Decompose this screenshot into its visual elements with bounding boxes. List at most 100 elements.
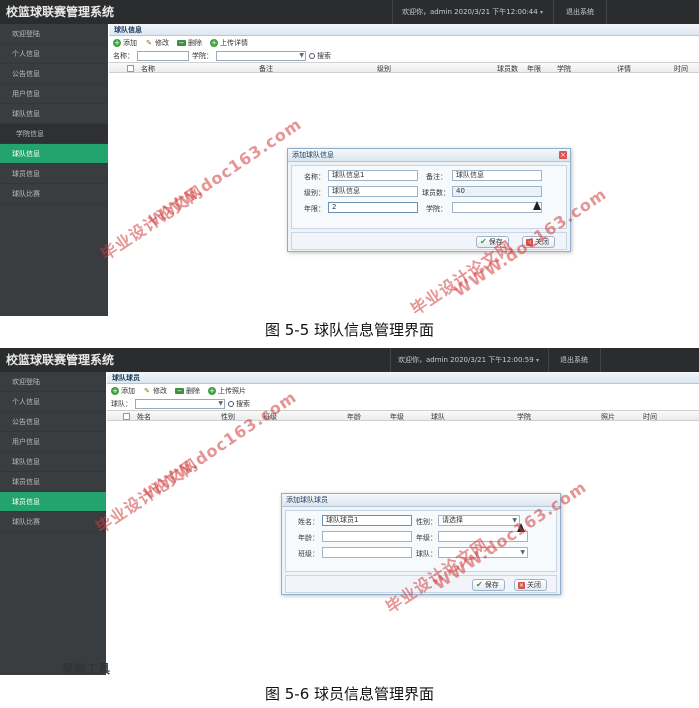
college-select[interactable]: ▼	[452, 202, 542, 213]
chevron-down-icon: ▼	[520, 549, 525, 556]
sidebar-item-notices[interactable]: 公告信息	[0, 412, 106, 432]
sidebar-item-team-info[interactable]: 球队信息	[0, 144, 108, 164]
mouse-cursor-icon	[533, 201, 541, 210]
sidebar-item-profile[interactable]: 个人信息	[0, 44, 108, 64]
close-icon[interactable]: ×	[559, 151, 567, 159]
name-filter-label: 名称：	[113, 51, 134, 60]
sidebar-item-welcome[interactable]: 欢迎登陆	[0, 372, 106, 392]
top-bar: 校篮球联赛管理系统 欢迎你，admin 2020/3/21 下午12:00:44…	[0, 0, 699, 24]
add-button[interactable]: + 添加	[113, 38, 137, 48]
close-button[interactable]: × 关闭	[514, 579, 547, 591]
select-all-checkbox[interactable]	[123, 413, 130, 420]
search-button[interactable]: 搜索	[228, 399, 250, 409]
edit-label: 修改	[153, 386, 167, 395]
column-header[interactable]: 姓名	[137, 412, 151, 422]
years-field[interactable]: 2	[328, 202, 418, 213]
sidebar-item-matches[interactable]: 球队比赛	[0, 184, 108, 204]
upload-label: 上传详情	[220, 38, 248, 47]
close-label: 关闭	[527, 581, 541, 589]
search-icon	[228, 400, 234, 407]
chevron-down-icon: ▼	[218, 399, 223, 407]
sidebar-item-matches[interactable]: 球队比赛	[0, 512, 106, 532]
column-header[interactable]: 时间	[674, 64, 688, 74]
logout-button[interactable]: 退出系统	[566, 7, 594, 17]
edit-button[interactable]: ✎ 修改	[143, 386, 167, 396]
sidebar-item-teams[interactable]: 球队信息	[0, 104, 108, 124]
sidebar-item-users[interactable]: 用户信息	[0, 432, 106, 452]
user-menu[interactable]: 欢迎你，admin 2020/3/21 下午12:00:44 ▾	[402, 7, 543, 17]
dialog-title-text: 添加球队球员	[286, 496, 328, 504]
filter-bar: 球队： ▼ 搜索	[107, 397, 699, 410]
sidebar-item-notices[interactable]: 公告信息	[0, 64, 108, 84]
column-header[interactable]: 学院	[557, 64, 571, 74]
logout-button[interactable]: 退出系统	[560, 355, 588, 365]
sidebar-item-players[interactable]: 球员信息	[0, 164, 108, 184]
sidebar-item-player-info[interactable]: 球员信息	[0, 492, 106, 512]
column-header[interactable]: 年限	[527, 64, 541, 74]
dialog-title-text: 添加球队信息	[292, 151, 334, 159]
sidebar-item-profile[interactable]: 个人信息	[0, 392, 106, 412]
column-header[interactable]: 年级	[390, 412, 404, 422]
column-header[interactable]: 详情	[617, 64, 631, 74]
sidebar-item-players[interactable]: 球员信息	[0, 472, 106, 492]
edit-button[interactable]: ✎ 修改	[145, 38, 169, 48]
divider	[390, 348, 391, 372]
column-header[interactable]: 球员数	[497, 64, 518, 74]
column-header[interactable]: 时间	[643, 412, 657, 422]
upload-detail-button[interactable]: + 上传详情	[210, 38, 248, 48]
search-label: 搜索	[236, 399, 250, 408]
pencil-icon: ✎	[144, 386, 150, 395]
name-field[interactable]: 球队信息1	[328, 170, 418, 181]
top-bar: 校篮球联赛管理系统 欢迎你，admin 2020/3/21 下午12:00:59…	[0, 348, 699, 372]
column-header[interactable]: 级别	[377, 64, 391, 74]
search-button[interactable]: 搜索	[309, 51, 331, 61]
delete-button[interactable]: − 删除	[175, 386, 200, 396]
divider	[392, 0, 393, 24]
gender-select-value: 请选择	[442, 516, 463, 524]
chevron-down-icon: ▾	[539, 9, 543, 16]
delete-button[interactable]: − 删除	[177, 38, 202, 48]
age-label: 年龄：	[298, 534, 319, 542]
divider	[553, 0, 554, 24]
sidebar-item-users[interactable]: 用户信息	[0, 84, 108, 104]
save-label: 保存	[484, 581, 499, 589]
column-header[interactable]: 学院	[517, 412, 531, 422]
remark-field[interactable]: 球队信息	[452, 170, 542, 181]
name-filter-input[interactable]	[137, 50, 189, 61]
college-filter-label: 学院：	[192, 51, 213, 60]
dialog-form: 名称： 球队信息1 备注： 球队信息 级别： 球队信息 球员数： 40 年限： …	[291, 165, 567, 229]
team-filter-select[interactable]: ▼	[135, 398, 225, 409]
column-header[interactable]: 名称	[141, 64, 155, 74]
player-count-field[interactable]: 40	[452, 186, 542, 197]
add-button[interactable]: + 添加	[111, 386, 135, 396]
age-field[interactable]	[322, 531, 412, 542]
toolbar: + 添加 ✎ 修改 − 删除 + 上传照片	[107, 384, 699, 397]
select-all-checkbox[interactable]	[127, 65, 134, 72]
welcome-text: 欢迎你，admin 2020/3/21 下午12:00:59	[398, 356, 534, 364]
column-header[interactable]: 球队	[431, 412, 445, 422]
sidebar-item-teams[interactable]: 球队信息	[0, 452, 106, 472]
column-header[interactable]: 年龄	[347, 412, 361, 422]
college-filter-select[interactable]: ▼	[216, 50, 306, 61]
app-title: 校篮球联赛管理系统	[6, 353, 115, 367]
upload-photo-button[interactable]: + 上传照片	[208, 386, 246, 396]
level-field[interactable]: 球队信息	[328, 186, 418, 197]
pencil-icon: ✎	[146, 38, 152, 47]
dialog-title: 添加球队信息 ×	[288, 149, 570, 162]
column-header[interactable]: 性别	[221, 412, 235, 422]
team-filter-label: 球队：	[111, 399, 132, 408]
sidebar-item-colleges[interactable]: 学院信息	[0, 124, 108, 144]
name-field[interactable]: 球队球员1	[322, 515, 412, 526]
sidebar: 欢迎登陆 个人信息 公告信息 用户信息 球队信息 学院信息 球队信息 球员信息 …	[0, 24, 108, 316]
toolbar: + 添加 ✎ 修改 − 删除 + 上传详情	[109, 36, 699, 49]
filter-bar: 名称： 学院： ▼ 搜索	[109, 49, 699, 62]
plus-icon: +	[113, 38, 121, 47]
save-button[interactable]: ✔ 保存	[472, 579, 505, 591]
user-menu[interactable]: 欢迎你，admin 2020/3/21 下午12:00:59 ▾	[398, 355, 539, 365]
class-field[interactable]	[322, 547, 412, 558]
sidebar-item-welcome[interactable]: 欢迎登陆	[0, 24, 108, 44]
plus-icon: +	[210, 38, 218, 47]
column-header[interactable]: 备注	[259, 64, 273, 74]
recorder-watermark: 录制工具	[62, 662, 111, 675]
column-header[interactable]: 照片	[601, 412, 615, 422]
